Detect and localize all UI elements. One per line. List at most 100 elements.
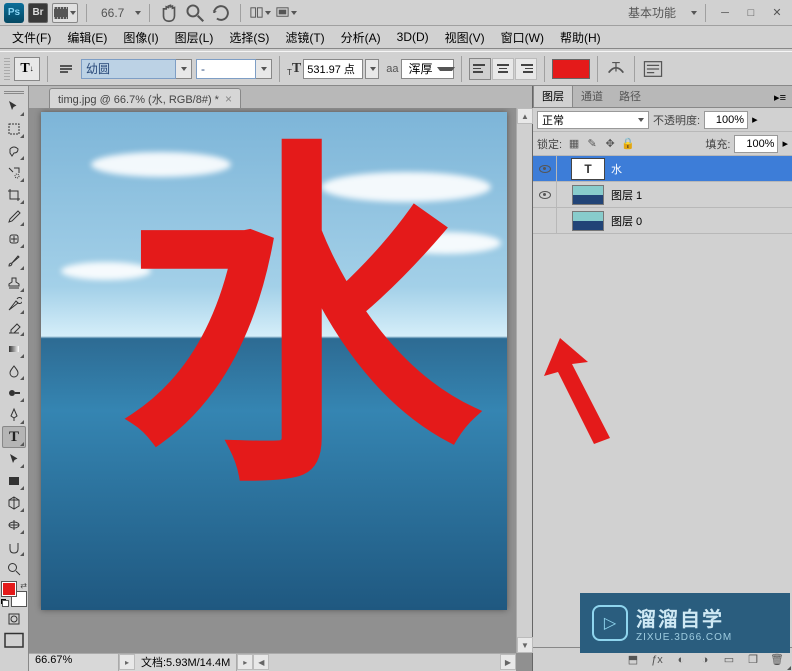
zoom-level[interactable]: 66.7 (101, 6, 124, 20)
quick-mask-toggle[interactable] (2, 608, 26, 630)
arrange-docs-button[interactable] (249, 3, 271, 23)
align-left-button[interactable] (469, 58, 491, 80)
channels-tab[interactable]: 通道 (573, 86, 611, 107)
pen-tool[interactable] (2, 404, 26, 426)
hscroll-right[interactable]: ▶ (500, 654, 516, 670)
menu-select[interactable]: 选择(S) (221, 26, 277, 49)
3d-tool[interactable] (2, 492, 26, 514)
menu-image[interactable]: 图像(I) (115, 26, 166, 49)
foreground-color[interactable] (2, 582, 16, 596)
screen-mode-button[interactable] (275, 3, 297, 23)
font-style-combo[interactable] (196, 59, 272, 79)
fill-input[interactable] (734, 135, 778, 153)
brush-tool[interactable] (2, 250, 26, 272)
move-tool[interactable] (2, 96, 26, 118)
hand-tool-button[interactable] (158, 3, 180, 23)
eyedropper-tool[interactable] (2, 206, 26, 228)
lock-all-icon[interactable]: 🔒 (620, 136, 636, 152)
font-style-input[interactable] (196, 59, 256, 79)
layer-group-button[interactable]: ▭ (718, 651, 740, 669)
opacity-flyout[interactable]: ▸ (752, 113, 758, 126)
panel-menu-button[interactable]: ▸≡ (768, 88, 792, 107)
layer-name[interactable]: 水 (607, 161, 622, 177)
layer-row[interactable]: 图层 0 (533, 208, 792, 234)
menu-view[interactable]: 视图(V) (437, 26, 493, 49)
path-select-tool[interactable] (2, 448, 26, 470)
lasso-tool[interactable] (2, 140, 26, 162)
bridge-icon[interactable]: Br (28, 3, 48, 23)
3d-camera-tool[interactable] (2, 514, 26, 536)
opacity-input[interactable] (704, 111, 748, 129)
type-tool[interactable]: T (2, 426, 26, 448)
status-docinfo[interactable]: 文档:5.93M/14.4M (135, 654, 237, 671)
blur-tool[interactable] (2, 360, 26, 382)
antialias-select[interactable]: 浑厚 (401, 59, 453, 79)
menu-layer[interactable]: 图层(L) (167, 26, 222, 49)
menu-3d[interactable]: 3D(D) (389, 27, 437, 47)
vertical-scrollbar[interactable]: ▲▼ (516, 108, 532, 653)
eraser-tool[interactable] (2, 316, 26, 338)
menu-file[interactable]: 文件(F) (4, 26, 59, 49)
fill-flyout[interactable]: ▸ (782, 137, 788, 150)
canvas[interactable]: 水 (41, 112, 507, 610)
font-size-input[interactable] (303, 59, 363, 79)
close-tab-icon[interactable]: × (225, 92, 232, 106)
blend-mode-select[interactable]: 正常 (537, 111, 649, 129)
maximize-button[interactable]: □ (742, 6, 760, 20)
new-layer-button[interactable]: ❐ (742, 651, 764, 669)
stamp-tool[interactable] (2, 272, 26, 294)
layer-row[interactable]: 图层 1 (533, 182, 792, 208)
quick-select-tool[interactable] (2, 162, 26, 184)
layer-fx-button[interactable]: ƒx (646, 651, 668, 669)
menu-help[interactable]: 帮助(H) (552, 26, 609, 49)
layer-mask-button[interactable]: ◐ (670, 651, 692, 669)
character-panel-button[interactable] (642, 58, 664, 80)
zoom-tool[interactable] (2, 558, 26, 580)
font-family-combo[interactable] (81, 59, 192, 79)
layer-thumbnail[interactable] (572, 211, 604, 231)
font-family-input[interactable] (81, 59, 176, 79)
zoom-tool-button[interactable] (184, 3, 206, 23)
swap-colors-icon[interactable]: ⇄ (20, 581, 27, 590)
close-button[interactable]: ✕ (768, 6, 786, 20)
menu-window[interactable]: 窗口(W) (493, 26, 552, 49)
link-layers-button[interactable]: ⬒ (622, 651, 644, 669)
layer-visibility-toggle[interactable] (533, 208, 557, 234)
paths-tab[interactable]: 路径 (611, 86, 649, 107)
layer-row[interactable]: T 水 (533, 156, 792, 182)
menu-filter[interactable]: 滤镜(T) (277, 26, 332, 49)
lock-pixels-icon[interactable]: ✎ (584, 136, 600, 152)
workspace-switcher[interactable]: 基本功能 (618, 2, 686, 23)
layer-thumbnail[interactable] (572, 185, 604, 205)
document-tab[interactable]: timg.jpg @ 66.7% (水, RGB/8#) * × (49, 88, 241, 108)
options-dock-handle[interactable] (4, 58, 10, 80)
layer-name[interactable]: 图层 1 (607, 187, 642, 203)
default-colors-icon[interactable] (1, 599, 9, 607)
horizontal-scrollbar[interactable] (269, 654, 500, 671)
rotate-view-button[interactable] (210, 3, 232, 23)
layer-visibility-toggle[interactable] (533, 182, 557, 208)
menu-analysis[interactable]: 分析(A) (333, 26, 389, 49)
lock-position-icon[interactable]: ✥ (602, 136, 618, 152)
minimize-button[interactable]: ─ (716, 6, 734, 20)
history-brush-tool[interactable] (2, 294, 26, 316)
layer-name[interactable]: 图层 0 (607, 213, 642, 229)
hand-tool[interactable] (2, 536, 26, 558)
crop-tool[interactable] (2, 184, 26, 206)
minibridge-icon[interactable] (52, 3, 78, 23)
heal-tool[interactable] (2, 228, 26, 250)
hscroll-left[interactable]: ◀ (253, 654, 269, 670)
warp-text-button[interactable]: T (605, 58, 627, 80)
status-play[interactable]: ▸ (237, 654, 253, 670)
shape-tool[interactable] (2, 470, 26, 492)
dodge-tool[interactable] (2, 382, 26, 404)
text-color-swatch[interactable] (552, 59, 590, 79)
status-menu[interactable]: ▸ (119, 654, 135, 670)
tools-grip[interactable] (0, 88, 28, 96)
status-zoom[interactable]: 66.67% (29, 654, 119, 671)
adjustment-layer-button[interactable]: ◑ (694, 651, 716, 669)
layer-visibility-toggle[interactable] (533, 156, 557, 182)
marquee-tool[interactable] (2, 118, 26, 140)
lock-transparency-icon[interactable]: ▦ (566, 136, 582, 152)
photoshop-icon[interactable]: Ps (4, 3, 24, 23)
